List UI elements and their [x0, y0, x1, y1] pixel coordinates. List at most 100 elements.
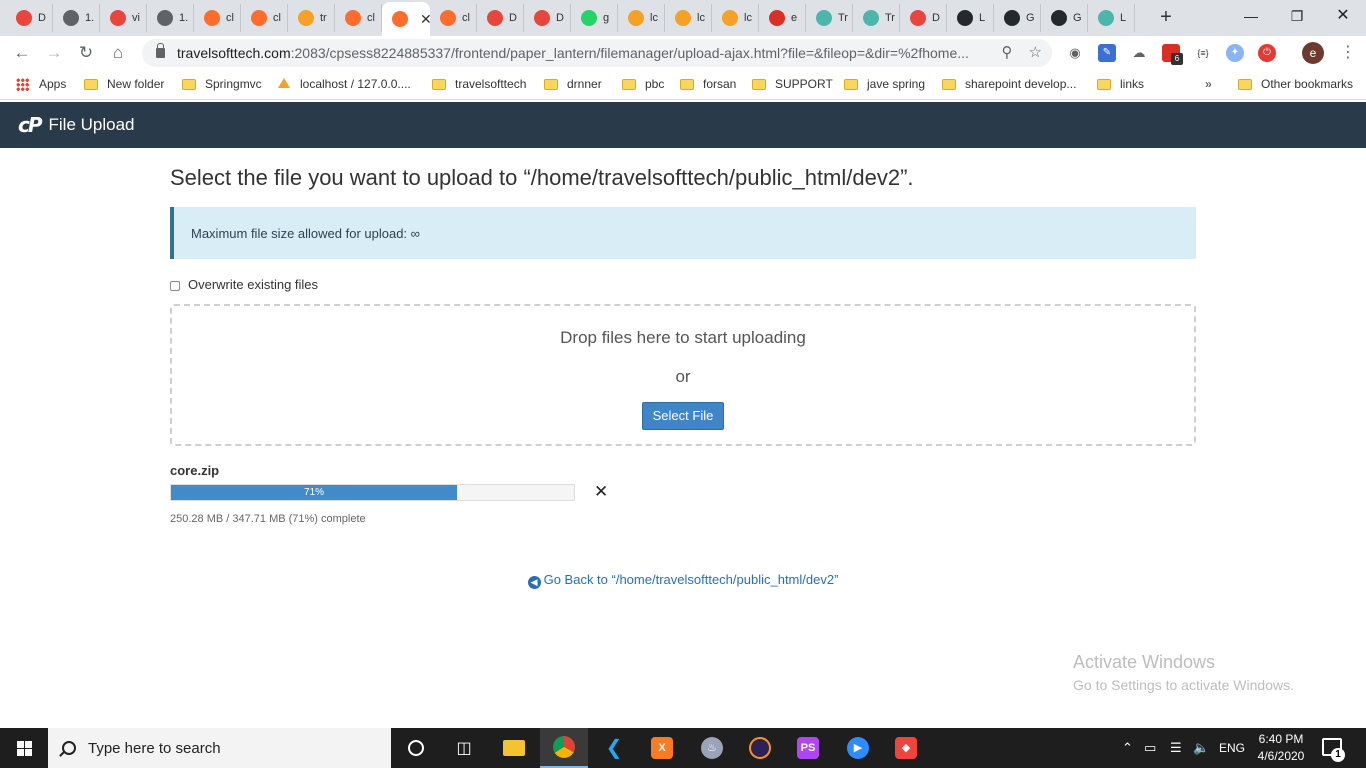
extension-eye-icon[interactable]: ◉ [1066, 44, 1084, 62]
tab-label: L [1120, 12, 1127, 24]
cortana-icon[interactable] [392, 728, 440, 768]
extension-calendar-icon[interactable]: 6 [1162, 44, 1183, 65]
tab[interactable]: D [477, 4, 524, 32]
network-icon[interactable]: ☰ [1170, 740, 1182, 756]
bookmark-label: Apps [39, 77, 67, 91]
tab[interactable]: cl [335, 4, 382, 32]
tab[interactable]: D [524, 4, 571, 32]
tab[interactable]: lc [712, 4, 759, 32]
tab[interactable]: D [900, 4, 947, 32]
bookmark-item[interactable]: Apps [16, 77, 66, 91]
tab-active[interactable]: ✕ [382, 2, 430, 36]
go-back-label[interactable]: Go Back to “/home/travelsofttech/public_… [544, 572, 839, 587]
tab[interactable]: tr [288, 4, 335, 32]
bookmark-item[interactable]: SUPPORT [752, 77, 833, 91]
file-drop-zone[interactable]: Drop files here to start uploading or Se… [170, 304, 1196, 446]
bookmark-item[interactable]: pbc [622, 77, 664, 91]
go-back-link[interactable]: ◀ Go Back to “/home/travelsofttech/public… [0, 572, 1366, 589]
taskbar-clock[interactable]: 6:40 PM 4/6/2020 [1251, 731, 1311, 765]
extension-cloud-icon[interactable]: ☁ [1130, 44, 1148, 62]
taskbar-search[interactable]: Type here to search [48, 728, 391, 768]
bookmark-item[interactable]: forsan [680, 77, 736, 91]
tab-label: cl [367, 12, 375, 24]
tab[interactable]: 1. [53, 4, 100, 32]
bookmark-item[interactable]: New folder [84, 77, 164, 91]
minimize-button[interactable]: — [1228, 4, 1274, 30]
folder-icon [84, 78, 98, 90]
tab[interactable]: Tr [853, 4, 900, 32]
tab[interactable]: 1. [147, 4, 194, 32]
task-view-icon[interactable]: ◫ [440, 728, 488, 768]
tab[interactable]: D [6, 4, 53, 32]
tab[interactable]: lc [665, 4, 712, 32]
extension-power-icon[interactable]: ⏻ [1258, 44, 1276, 62]
windows-taskbar: Type here to search ◫ ❮ X ♨ PS ▶ ◆ ⌃ ▭ ☰… [0, 728, 1366, 768]
tab[interactable]: vi [100, 4, 147, 32]
bookmark-item[interactable]: localhost / 127.0.0.... [276, 77, 411, 91]
windows-logo-icon [17, 741, 32, 756]
vscode-icon[interactable]: ❮ [590, 728, 638, 768]
home-icon[interactable]: ⌂ [106, 42, 130, 64]
bookmark-item[interactable]: sharepoint develop... [942, 77, 1076, 91]
new-tab-button[interactable]: + [1154, 6, 1178, 30]
tab[interactable]: g [571, 4, 618, 32]
folder-icon [680, 78, 694, 90]
tab[interactable]: G [1041, 4, 1088, 32]
tab[interactable]: lc [618, 4, 665, 32]
extension-json-icon[interactable]: {≡} [1194, 44, 1212, 62]
tab[interactable]: cl [194, 4, 241, 32]
address-bar[interactable]: travelsofttech.com:2083/cpsess8224885337… [142, 39, 1052, 67]
close-window-button[interactable]: ✕ [1320, 4, 1366, 30]
overwrite-option[interactable]: Overwrite existing files [170, 277, 318, 292]
overwrite-checkbox[interactable] [170, 280, 180, 291]
tab-label: vi [132, 12, 140, 24]
menu-kebab-icon[interactable]: ⋮ [1336, 42, 1360, 64]
bookmarks-overflow-button[interactable]: » [1205, 77, 1212, 91]
tab[interactable]: cl [241, 4, 288, 32]
tab[interactable]: cl [430, 4, 477, 32]
wireshark-icon[interactable]: ♨ [688, 728, 736, 768]
other-bookmarks[interactable]: Other bookmarks [1238, 77, 1353, 91]
bookmark-item[interactable]: links [1097, 77, 1144, 91]
reload-icon[interactable]: ↻ [74, 42, 98, 64]
phpstorm-icon[interactable]: PS [784, 728, 832, 768]
anydesk-icon[interactable]: ◆ [882, 728, 930, 768]
zoom-app-icon[interactable]: ▶ [834, 728, 882, 768]
profile-avatar[interactable]: e [1302, 42, 1324, 64]
translate-icon [863, 10, 879, 26]
maps-pin-icon [534, 10, 550, 26]
file-explorer-icon[interactable] [490, 728, 538, 768]
eclipse-icon[interactable] [736, 728, 784, 768]
forward-icon[interactable]: → [42, 42, 66, 64]
start-button[interactable] [0, 728, 48, 768]
volume-icon[interactable]: 🔈 [1193, 740, 1209, 756]
restore-button[interactable]: ❐ [1274, 4, 1320, 30]
tab[interactable]: e [759, 4, 806, 32]
language-indicator[interactable]: ENG [1219, 741, 1245, 755]
tab-label: 1. [179, 12, 189, 24]
search-icon [62, 741, 76, 755]
xampp-icon[interactable]: X [638, 728, 686, 768]
extension-docs-icon[interactable]: ✎ [1098, 44, 1116, 62]
bookmark-item[interactable]: drnner [544, 77, 602, 91]
bookmark-star-icon[interactable]: ☆ [1029, 43, 1042, 61]
tray-chevron-icon[interactable]: ⌃ [1122, 740, 1133, 756]
chrome-taskbar-icon[interactable] [540, 728, 588, 768]
extension-blue-icon[interactable]: ✦ [1226, 44, 1244, 62]
battery-icon[interactable]: ▭ [1144, 740, 1156, 756]
tab-close-icon[interactable]: ✕ [420, 11, 430, 28]
bookmark-item[interactable]: Springmvc [182, 77, 262, 91]
url-host: travelsofttech.com [177, 45, 291, 61]
maps-pin-icon [16, 10, 32, 26]
tab[interactable]: L [1088, 4, 1135, 32]
bookmark-item[interactable]: jave spring [844, 77, 925, 91]
select-file-button[interactable]: Select File [642, 402, 724, 430]
cpanel-logo[interactable]: cP [18, 113, 42, 137]
bookmark-item[interactable]: travelsofttech [432, 77, 526, 91]
tab[interactable]: Tr [806, 4, 853, 32]
back-icon[interactable]: ← [10, 42, 34, 64]
tab[interactable]: L [947, 4, 994, 32]
zoom-icon[interactable]: ⚲ [1002, 43, 1013, 61]
tab[interactable]: G [994, 4, 1041, 32]
cancel-upload-icon[interactable]: ✕ [594, 482, 608, 502]
